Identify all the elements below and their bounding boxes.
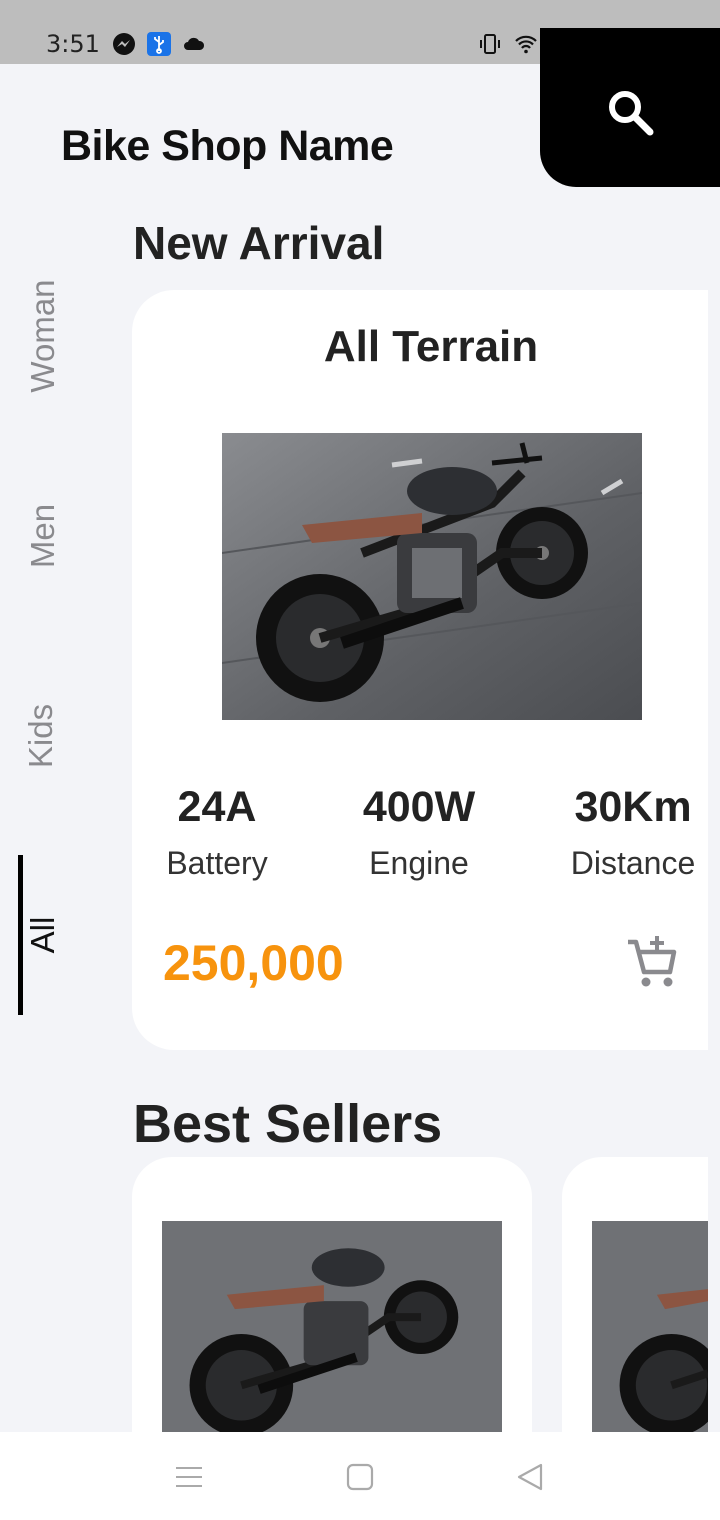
product-price: 250,000 <box>163 935 344 991</box>
category-active-indicator <box>18 855 23 1015</box>
spec-distance-label: Distance <box>570 845 696 881</box>
usb-icon <box>147 32 171 56</box>
product-image[interactable] <box>222 433 642 720</box>
spec-battery-label: Battery <box>166 845 268 881</box>
menu-icon[interactable] <box>174 1462 204 1492</box>
status-time: 3:51 <box>46 30 100 58</box>
category-kids[interactable]: Kids <box>22 676 62 796</box>
best-seller-image[interactable] <box>162 1221 502 1451</box>
vibrate-icon <box>480 34 500 54</box>
best-sellers-title: Best Sellers <box>133 1094 443 1154</box>
add-to-cart-icon[interactable] <box>624 934 680 990</box>
spec-distance-value: 30Km <box>574 783 692 831</box>
search-icon[interactable] <box>604 86 656 138</box>
cloud-icon <box>184 37 205 50</box>
best-seller-image[interactable] <box>592 1221 708 1451</box>
spec-battery-value: 24A <box>177 783 257 831</box>
category-men[interactable]: Men <box>24 476 64 596</box>
spec-engine-value: 400W <box>362 783 476 831</box>
spec-engine-label: Engine <box>369 845 469 881</box>
messenger-icon <box>113 33 135 55</box>
back-icon[interactable] <box>515 1462 545 1492</box>
new-arrival-title: New Arrival <box>133 217 385 269</box>
category-all[interactable]: All <box>24 875 64 995</box>
shop-name: Bike Shop Name <box>61 122 394 170</box>
wifi-icon <box>515 35 537 54</box>
product-title: All Terrain <box>323 322 539 371</box>
home-icon[interactable] <box>345 1462 375 1492</box>
